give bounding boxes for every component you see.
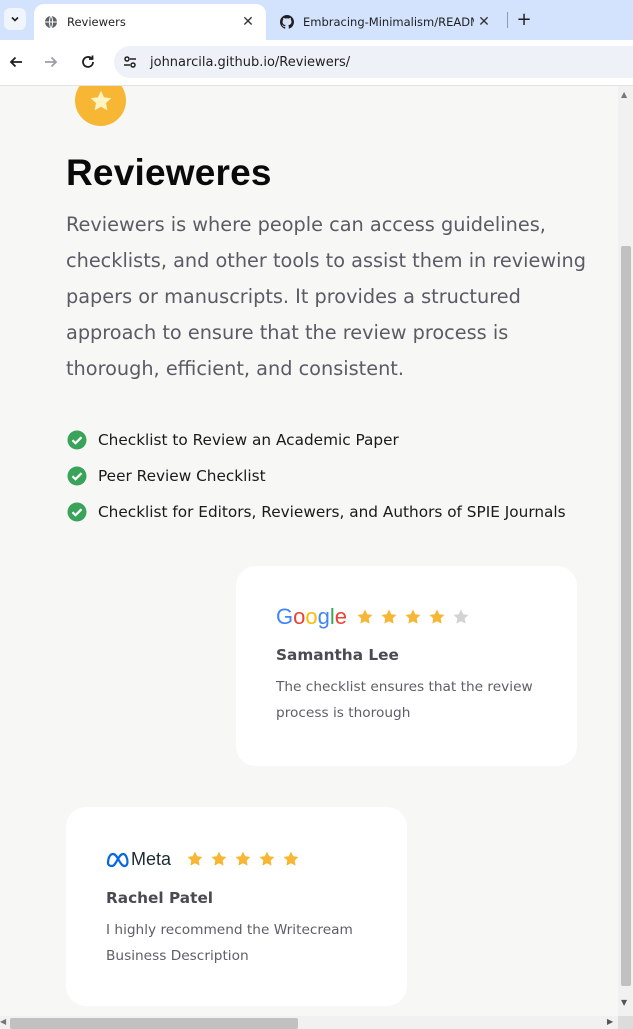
star-badge [75,86,126,126]
star-filled-icon [425,607,449,627]
checklist-item-label: Checklist to Review an Academic Paper [98,431,399,449]
star-empty-icon [449,607,473,627]
star-filled-icon [377,607,401,627]
review-text: The checklist ensures that the review pr… [276,679,533,721]
address-bar[interactable]: johnarcila.github.io/Reviewers/ [114,46,633,78]
tab-title: Reviewers [67,15,126,29]
review-card: Meta Rachel Patel I highly recommend the… [66,807,407,1006]
scrollbar-thumb[interactable] [621,246,631,986]
checklist-item[interactable]: Checklist to Review an Academic Paper [67,422,566,458]
svg-text:Google: Google [276,604,347,629]
scroll-up-icon[interactable]: ▲ [621,90,627,99]
page-viewport: Revieweres Reviewers is where people can… [0,86,618,1016]
arrow-left-icon [9,56,22,68]
scroll-left-icon[interactable]: ◀ [0,1017,6,1026]
star-icon [90,90,111,110]
scrollbar-corner [618,1016,633,1029]
review-card: Google Samantha Lee The checklist ensure… [236,566,577,766]
checklist-item-label: Checklist for Editors, Reviewers, and Au… [98,503,566,521]
star-filled-icon [183,849,207,869]
star-filled-icon [279,849,303,869]
check-circle-icon [67,466,87,486]
check-circle-icon [67,430,87,450]
checklist-item[interactable]: Checklist for Editors, Reviewers, and Au… [67,494,566,530]
reviewer-name: Rachel Patel [106,889,214,907]
review-brand-row: Meta [106,848,303,870]
horizontal-scrollbar[interactable]: ◀ ▶ [0,1016,618,1029]
tab-separator [507,12,508,28]
arrow-right-icon [45,56,58,68]
tab-reviewers[interactable]: Reviewers ✕ [34,4,266,40]
star-filled-icon [231,849,255,869]
checklist: Checklist to Review an Academic Paper Pe… [67,422,566,530]
url-text[interactable]: johnarcila.github.io/Reviewers/ [150,55,350,70]
globe-icon [44,15,58,29]
star-filled-icon [255,849,279,869]
tab-github[interactable]: Embracing-Minimalism/READM ✕ [270,4,502,40]
checklist-item[interactable]: Peer Review Checklist [67,458,566,494]
tab-search-button[interactable] [4,8,26,30]
checklist-item-label: Peer Review Checklist [98,467,266,485]
tab-title: Embracing-Minimalism/READM [303,15,474,29]
reload-icon [82,55,94,68]
scrollbar-thumb[interactable] [10,1018,298,1029]
reload-button[interactable] [77,51,99,73]
forward-button[interactable] [40,51,62,73]
close-tab-icon[interactable]: ✕ [474,12,494,32]
site-info-icon[interactable] [119,51,141,73]
tab-strip: Reviewers ✕ Embracing-Minimalism/READM ✕… [0,0,633,40]
page-description: Reviewers is where people can access gui… [66,213,586,380]
new-tab-button[interactable]: + [513,8,535,30]
star-rating [353,607,473,627]
reviewer-name: Samantha Lee [276,646,399,664]
google-logo: Google [276,604,347,629]
star-filled-icon [401,607,425,627]
star-filled-icon [207,849,231,869]
browser-toolbar: johnarcila.github.io/Reviewers/ [0,40,633,86]
scroll-right-icon[interactable]: ▶ [607,1017,613,1026]
check-circle-icon [67,502,87,522]
vertical-scrollbar[interactable]: ▲ ▼ [618,86,633,1016]
star-filled-icon [353,607,377,627]
svg-text:Meta: Meta [131,849,172,869]
close-tab-icon[interactable]: ✕ [238,12,258,32]
star-rating [183,849,303,869]
meta-logo: Meta [106,849,172,869]
chevron-down-icon [11,16,19,22]
back-button[interactable] [5,51,27,73]
page-title: Revieweres [66,152,272,193]
github-icon [280,15,294,29]
review-brand-row: Google [276,604,473,630]
scroll-down-icon[interactable]: ▼ [621,998,627,1007]
review-text: I highly recommend the Writecream Busine… [106,922,353,964]
